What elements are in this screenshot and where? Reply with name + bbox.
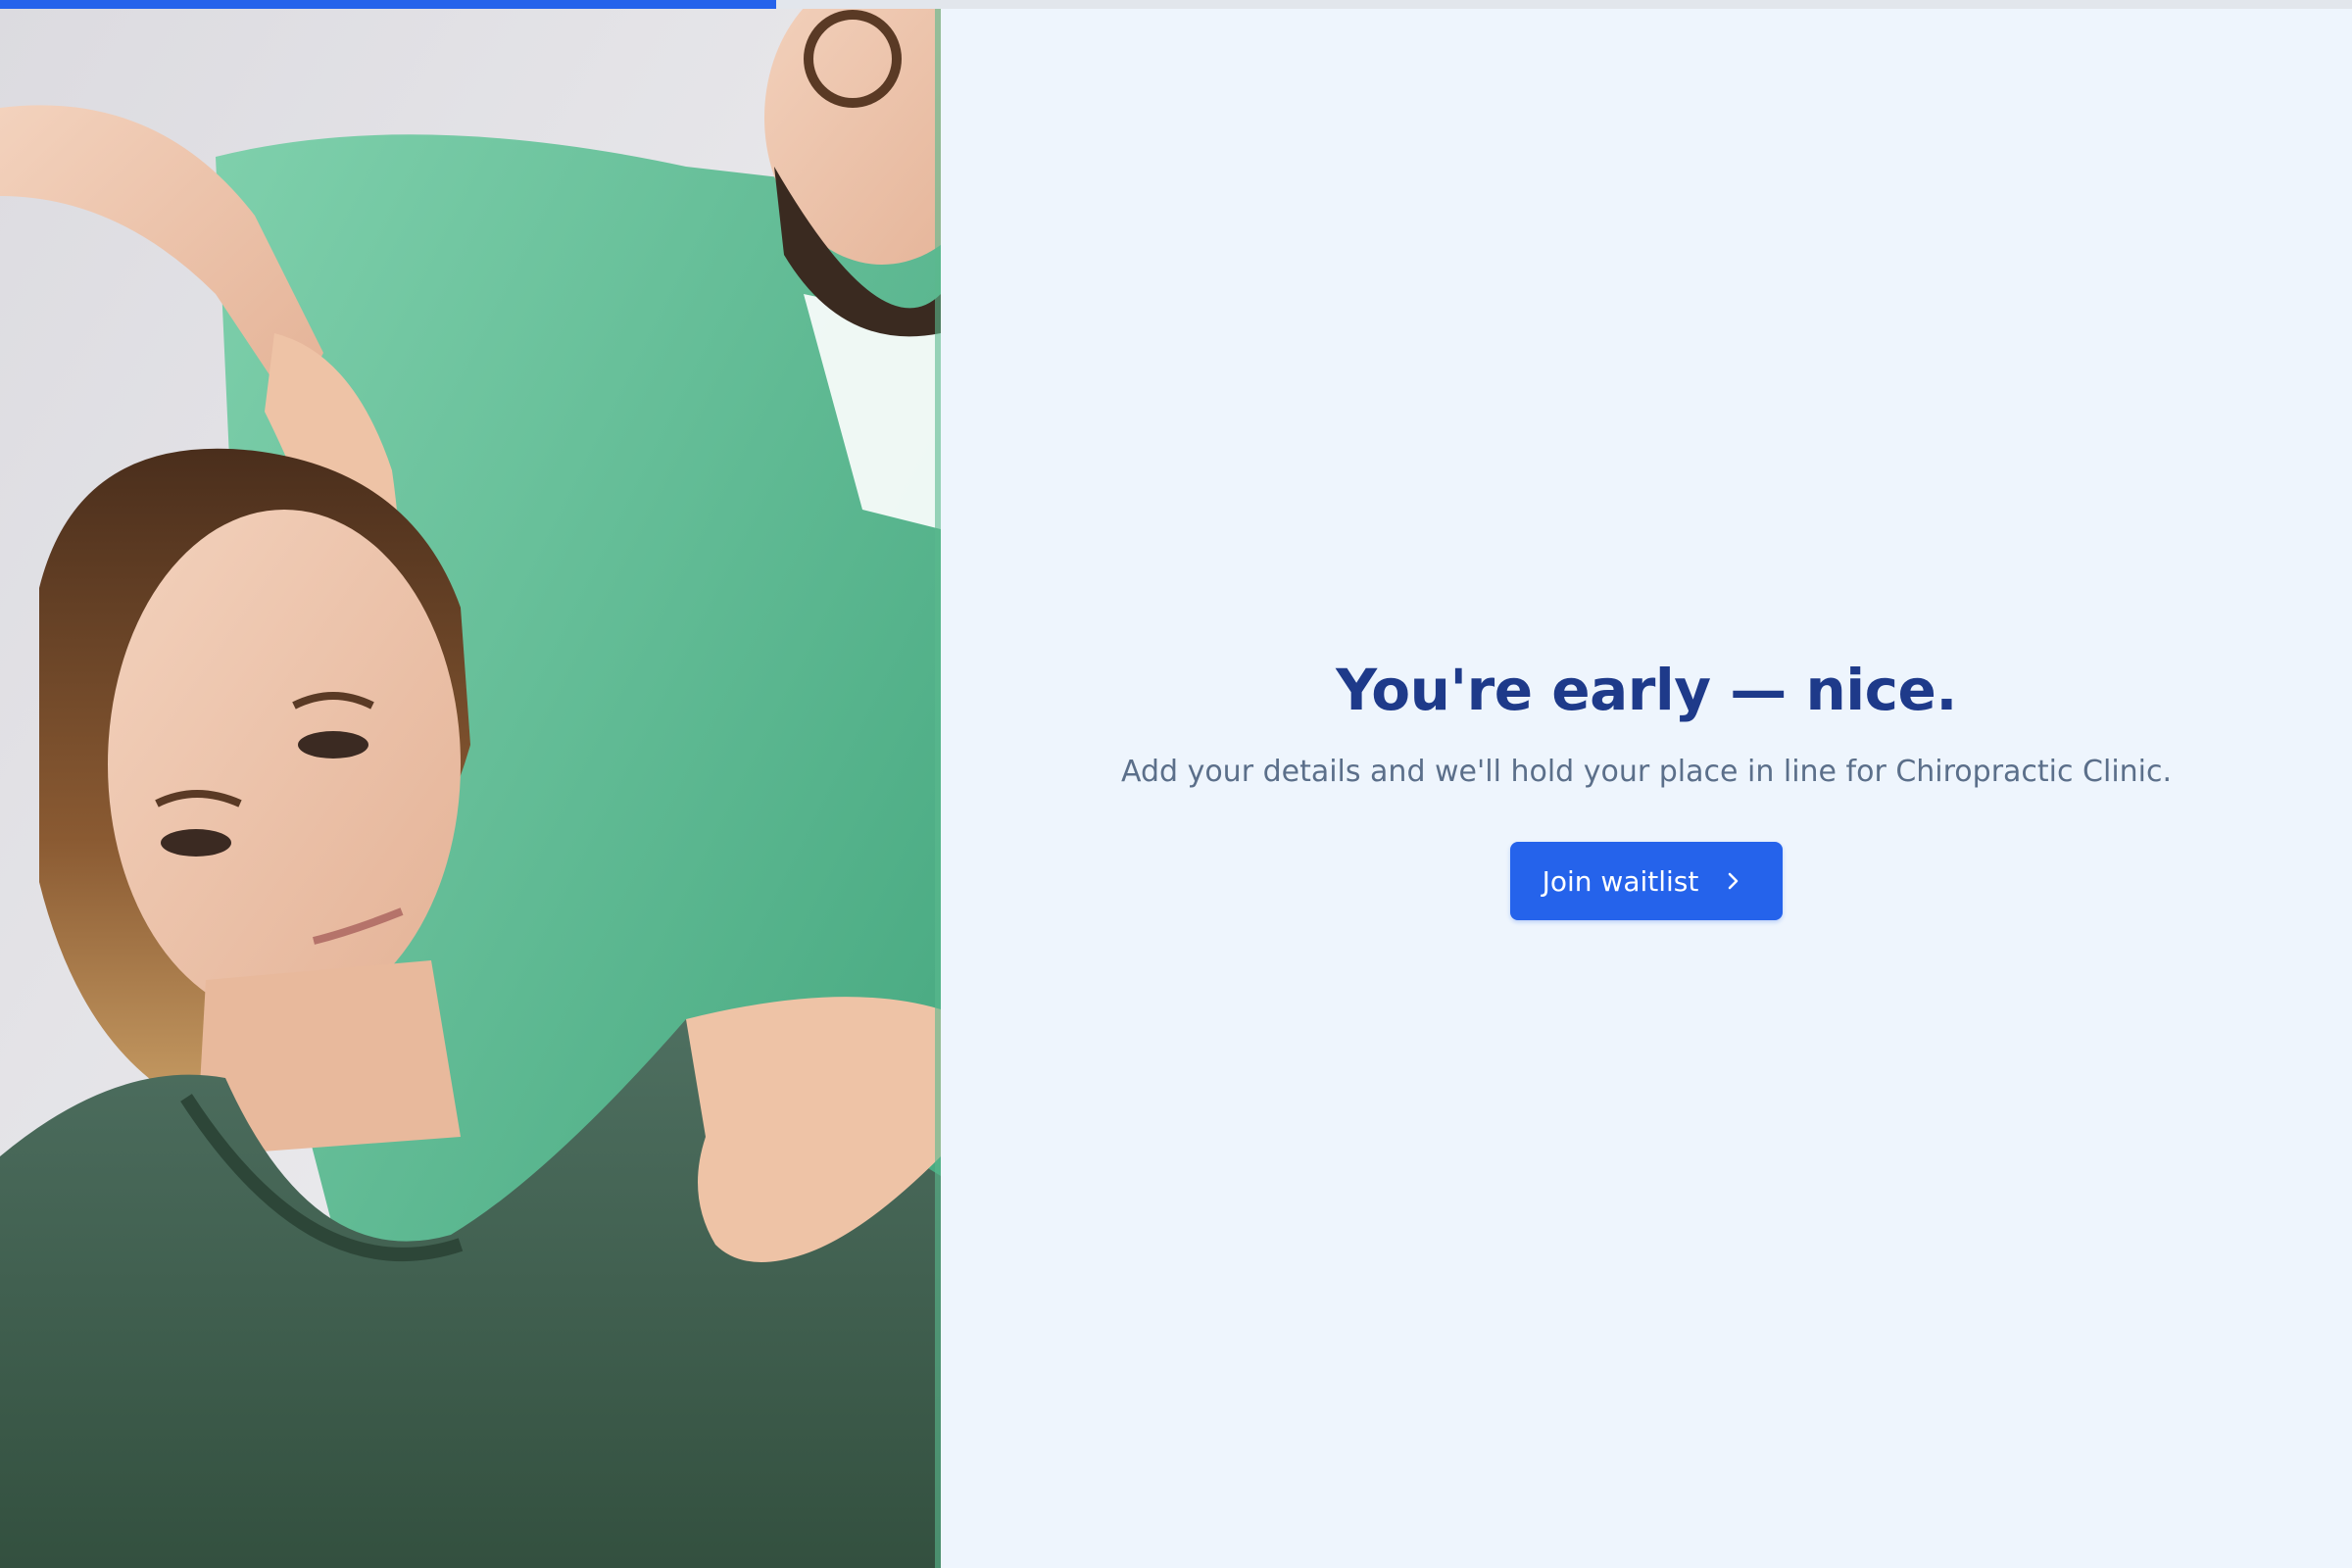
chiropractor-photo-illustration — [0, 0, 941, 1568]
page-title: You're early — nice. — [1336, 657, 1957, 723]
waitlist-hero: You're early — nice. Add your details an… — [941, 651, 2352, 920]
chevron-right-icon — [1729, 872, 1739, 890]
join-waitlist-label: Join waitlist — [1542, 864, 1699, 898]
waitlist-page: You're early — nice. Add your details an… — [0, 0, 2352, 1568]
progress-bar-fill — [0, 0, 776, 9]
content-panel: You're early — nice. Add your details an… — [941, 9, 2352, 1568]
page-subtitle: Add your details and we'll hold your pla… — [1120, 755, 2173, 789]
progress-bar — [0, 0, 2352, 9]
join-waitlist-button[interactable]: Join waitlist — [1509, 842, 1784, 920]
hero-photo — [0, 0, 941, 1568]
